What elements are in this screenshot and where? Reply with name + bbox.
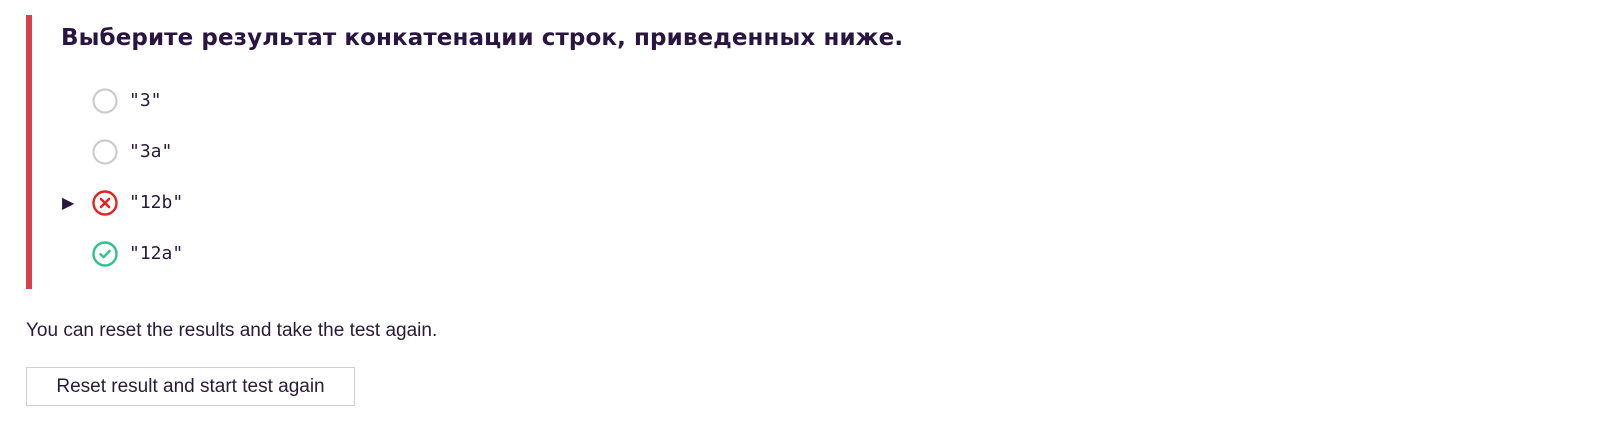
x-circle-icon[interactable]	[92, 189, 118, 216]
selected-arrow-icon: ▶	[62, 194, 75, 212]
answer-option-label: "3a"	[129, 141, 173, 162]
answer-option-4[interactable]: "12a"	[62, 228, 183, 279]
radio-empty-icon[interactable]	[92, 87, 118, 114]
reset-test-button[interactable]: Reset result and start test again	[26, 367, 355, 406]
answer-option-1[interactable]: "3"	[62, 75, 183, 126]
question-title: Выберите результат конкатенации строк, п…	[61, 25, 904, 51]
radio-empty-icon[interactable]	[92, 138, 118, 165]
question-block: Выберите результат конкатенации строк, п…	[26, 15, 926, 289]
question-accent-bar	[26, 15, 32, 289]
answer-option-label: "12b"	[129, 192, 184, 213]
answer-option-label: "3"	[129, 90, 162, 111]
check-circle-icon[interactable]	[92, 240, 118, 267]
answer-option-3[interactable]: ▶ "12b"	[62, 177, 183, 228]
answer-option-2[interactable]: "3a"	[62, 126, 183, 177]
answer-options: "3" "3a" ▶ "12b" "12a"	[62, 75, 183, 279]
answer-option-label: "12a"	[129, 243, 184, 264]
reset-message: You can reset the results and take the t…	[26, 320, 438, 341]
